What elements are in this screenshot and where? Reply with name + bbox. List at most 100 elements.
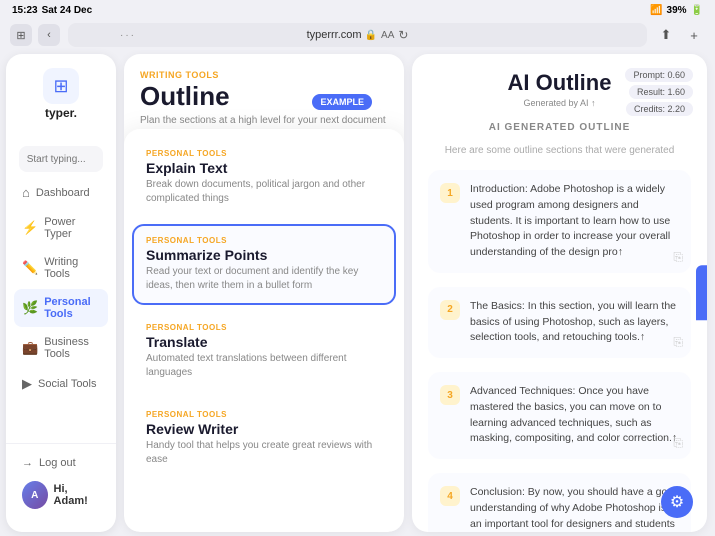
outline-item-text-2: The Basics: In this section, you will le… [470, 299, 679, 346]
url-text[interactable]: typerrr.com [307, 29, 362, 41]
logout-icon: → [22, 457, 33, 469]
tool-desc-explain: Break down documents, political jargon a… [146, 178, 382, 206]
copy-icon-1[interactable]: ⎘ [673, 250, 683, 265]
outline-item-2: 2 The Basics: In this section, you will … [428, 287, 691, 358]
main-layout: ⊞ typer. ⌂ Dashboard ⚡ Power Typer ✏️ Wr… [0, 50, 715, 536]
sidebar-item-writing-tools[interactable]: ✏️ Writing Tools [14, 249, 108, 287]
logo-text: typer. [45, 106, 77, 120]
browser-actions: ⬆ + [655, 24, 705, 46]
status-bar: 15:23 Sat 24 Dec 📶 39% 🔋 [0, 0, 715, 20]
sidebar-label-dashboard: Dashboard [36, 187, 90, 199]
tool-card-explain-text[interactable]: PERSONAL TOOLS Explain Text Break down d… [132, 137, 396, 218]
outline-item-3: 3 Advanced Techniques: Once you have mas… [428, 372, 691, 459]
tab-icon[interactable]: ⊞ [10, 24, 32, 46]
tool-card-review-writer[interactable]: PERSONAL TOOLS Review Writer Handy tool … [132, 398, 396, 479]
pencil-icon: ✏️ [22, 260, 38, 276]
browser-nav: ⊞ ‹ [10, 24, 60, 46]
leaf-icon: 🌿 [22, 300, 38, 316]
user-name: Hi, Adam! [54, 483, 100, 507]
outline-number-4: 4 [440, 486, 460, 506]
avatar: A [22, 481, 48, 509]
avatar-initials: A [31, 490, 38, 501]
copy-icon-3[interactable]: ⎘ [673, 436, 683, 451]
tool-desc-summarize: Read your text or document and identify … [146, 265, 382, 293]
tool-name-explain: Explain Text [146, 160, 382, 176]
lock-icon: 🔒 [365, 30, 377, 41]
settings-gear-button[interactable]: ⚙ [661, 486, 693, 518]
gear-icon: ⚙ [670, 492, 684, 512]
dots-icon: ··· [120, 30, 136, 41]
tool-name-review: Review Writer [146, 421, 382, 437]
share-button[interactable]: ⬆ [655, 24, 677, 46]
logout-button[interactable]: → Log out [14, 452, 108, 474]
add-tab-button[interactable]: + [683, 24, 705, 46]
tool-card-translate[interactable]: PERSONAL TOOLS Translate Automated text … [132, 311, 396, 392]
outline-item-text-1: Introduction: Adobe Photoshop is a widel… [470, 182, 679, 261]
user-info: A Hi, Adam! [14, 476, 108, 514]
sidebar-footer: → Log out A Hi, Adam! [6, 443, 116, 522]
prompt-badges: Prompt: 0.60 Result: 1.60 Credits: 2.20 [625, 68, 693, 116]
outline-number-3: 3 [440, 385, 460, 405]
writing-tools-label: WRITING TOOLS [140, 70, 388, 80]
prompt-badge: Prompt: 0.60 [625, 68, 693, 82]
status-date: Sat 24 Dec [42, 5, 93, 16]
example-badge: EXAMPLE [312, 94, 372, 110]
outline-panel: WRITING TOOLS Outline Plan the sections … [124, 54, 404, 532]
sidebar-item-business-tools[interactable]: 💼 Business Tools [14, 329, 108, 367]
copy-icon-2[interactable]: ⎘ [673, 335, 683, 350]
whats-new-container: What's New [696, 266, 707, 321]
aa-label[interactable]: AA [381, 30, 394, 41]
tool-name-summarize: Summarize Points [146, 247, 382, 263]
back-button[interactable]: ‹ [38, 24, 60, 46]
sidebar-label-business-tools: Business Tools [44, 336, 100, 360]
tool-card-summarize[interactable]: PERSONAL TOOLS Summarize Points Read you… [132, 224, 396, 305]
sidebar-label-personal-tools: Personal Tools [44, 296, 100, 320]
personal-tools-tag-2: PERSONAL TOOLS [146, 236, 382, 245]
wifi-icon: 📶 [650, 5, 662, 16]
whats-new-label: What's New [706, 271, 707, 316]
outline-number-1: 1 [440, 183, 460, 203]
personal-tools-tag-3: PERSONAL TOOLS [146, 323, 382, 332]
status-time: 15:23 [12, 5, 38, 16]
sidebar-item-power-typer[interactable]: ⚡ Power Typer [14, 209, 108, 247]
social-icon: ▶ [22, 376, 32, 392]
outline-item-4: 4 Conclusion: By now, you should have a … [428, 473, 691, 532]
sidebar-item-personal-tools[interactable]: 🌿 Personal Tools [14, 289, 108, 327]
content-area: WRITING TOOLS Outline Plan the sections … [116, 50, 715, 536]
battery-level: 39% [667, 5, 687, 16]
bolt-icon: ⚡ [22, 220, 38, 236]
sidebar-item-social-tools[interactable]: ▶ Social Tools [14, 369, 108, 399]
refresh-icon[interactable]: ↻ [398, 28, 408, 42]
ai-generated-subtitle: Here are some outline sections that were… [428, 145, 691, 156]
ai-panel: Prompt: 0.60 Result: 1.60 Credits: 2.20 … [412, 54, 707, 532]
search-input[interactable] [19, 146, 104, 172]
personal-tools-tag-1: PERSONAL TOOLS [146, 149, 382, 158]
ai-generated-label: AI GENERATED OUTLINE [428, 122, 691, 133]
logo: ⊞ typer. [43, 64, 79, 124]
battery-icon: 🔋 [691, 5, 703, 16]
sidebar-label-writing-tools: Writing Tools [44, 256, 100, 280]
sidebar-item-dashboard[interactable]: ⌂ Dashboard [14, 178, 108, 207]
outline-item-text-4: Conclusion: By now, you should have a go… [470, 485, 679, 532]
result-badge: Result: 1.60 [629, 85, 693, 99]
home-icon: ⌂ [22, 185, 30, 200]
browser-bar: ⊞ ‹ ··· typerrr.com 🔒 AA ↻ ⬆ + [0, 20, 715, 50]
logout-label: Log out [39, 457, 76, 469]
outline-item-text-3: Advanced Techniques: Once you have maste… [470, 384, 679, 447]
outline-subtitle: Plan the sections at a high level for yo… [140, 115, 388, 126]
sidebar-nav: ⌂ Dashboard ⚡ Power Typer ✏️ Writing Too… [6, 140, 116, 443]
outline-number-2: 2 [440, 300, 460, 320]
briefcase-icon: 💼 [22, 340, 38, 356]
sidebar-label-power-typer: Power Typer [44, 216, 100, 240]
personal-tools-tag-4: PERSONAL TOOLS [146, 410, 382, 419]
url-bar[interactable]: ··· typerrr.com 🔒 AA ↻ [68, 23, 647, 47]
logo-icon: ⊞ [43, 68, 79, 104]
credit-badge: Credits: 2.20 [626, 102, 693, 116]
outline-item-1: 1 Introduction: Adobe Photoshop is a wid… [428, 170, 691, 273]
whats-new-button[interactable]: What's New [696, 266, 707, 321]
sidebar: ⊞ typer. ⌂ Dashboard ⚡ Power Typer ✏️ Wr… [6, 54, 116, 532]
tool-desc-review: Handy tool that helps you create great r… [146, 439, 382, 467]
tool-name-translate: Translate [146, 334, 382, 350]
tool-desc-translate: Automated text translations between diff… [146, 352, 382, 380]
personal-tools-popup: PERSONAL TOOLS Explain Text Break down d… [124, 129, 404, 532]
